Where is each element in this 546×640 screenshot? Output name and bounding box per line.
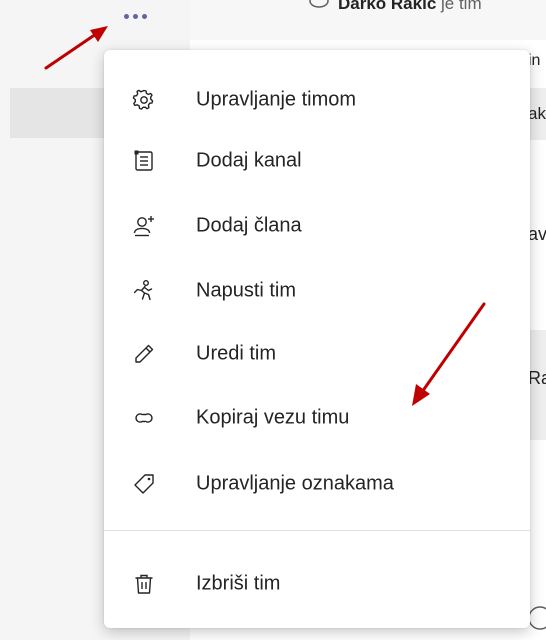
text-fragment: av bbox=[528, 224, 546, 244]
menu-divider bbox=[104, 530, 530, 531]
menu-item-add-channel[interactable]: Dodaj kanal bbox=[104, 133, 530, 189]
team-context-menu: Upravljanje timom Dodaj kanal Dodaj član… bbox=[104, 50, 530, 628]
menu-item-label: Kopiraj vezu timu bbox=[196, 406, 350, 429]
more-dot-icon bbox=[123, 13, 129, 19]
text-fragment: ak bbox=[528, 104, 546, 123]
link-icon bbox=[135, 413, 153, 423]
menu-item-manage-team[interactable]: Upravljanje timom bbox=[104, 72, 530, 128]
menu-item-label: Napusti tim bbox=[196, 279, 297, 302]
menu-item-label: Dodaj kanal bbox=[196, 149, 302, 172]
menu-item-label: Dodaj člana bbox=[196, 214, 302, 237]
trash-icon bbox=[135, 574, 153, 594]
activity-user-name: Darko Rakić bbox=[338, 0, 437, 13]
menu-item-label: Izbriši tim bbox=[196, 572, 281, 595]
menu-item-edit-team[interactable]: Uredi tim bbox=[104, 326, 530, 382]
menu-item-manage-tags[interactable]: Upravljanje oznakama bbox=[104, 456, 530, 512]
menu-item-copy-link[interactable]: Kopiraj vezu timu bbox=[104, 390, 530, 446]
tag-icon bbox=[134, 474, 154, 494]
menu-item-leave-team[interactable]: Napusti tim bbox=[104, 263, 530, 319]
text-fragment: Ra bbox=[528, 368, 546, 388]
menu-item-label: Uredi tim bbox=[196, 342, 277, 365]
add-member-icon bbox=[133, 216, 154, 237]
more-options-button[interactable] bbox=[117, 5, 153, 27]
leave-team-icon bbox=[133, 280, 153, 301]
more-dot-icon bbox=[141, 13, 147, 19]
pencil-icon bbox=[135, 344, 154, 363]
menu-item-add-member[interactable]: Dodaj člana bbox=[104, 198, 530, 254]
menu-item-label: Upravljanje timom bbox=[196, 88, 357, 111]
menu-item-label: Upravljanje oznakama bbox=[196, 472, 394, 495]
more-dot-icon bbox=[132, 13, 138, 19]
activity-text: je tim bbox=[436, 0, 482, 13]
channel-list-icon bbox=[134, 150, 153, 171]
member-icon bbox=[309, 0, 329, 8]
menu-item-delete-team[interactable]: Izbriši tim bbox=[104, 556, 530, 612]
gear-icon bbox=[132, 89, 154, 110]
activity-message: Darko Rakić je tim bbox=[338, 0, 482, 14]
